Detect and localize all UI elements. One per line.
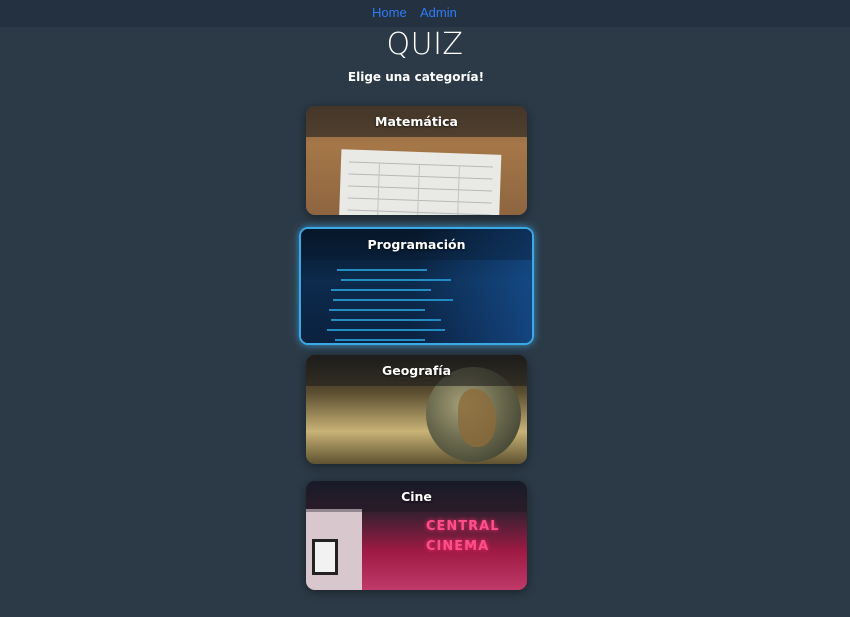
neon-sign-line: CENTRAL bbox=[426, 519, 500, 534]
category-card-cine[interactable]: CENTRAL CINEMA Cine bbox=[306, 481, 527, 590]
category-card-geografia[interactable]: Geografía bbox=[306, 355, 527, 464]
category-label: Programación bbox=[367, 237, 466, 252]
top-navbar: Home Admin bbox=[0, 0, 850, 27]
category-card-matematica[interactable]: Matemática bbox=[306, 106, 527, 215]
neon-sign-line: CINEMA bbox=[426, 539, 490, 554]
nav-admin-link[interactable]: Admin bbox=[420, 5, 457, 20]
worksheet-paper bbox=[338, 149, 502, 215]
category-label: Geografía bbox=[381, 363, 452, 378]
nav-home-link[interactable]: Home bbox=[372, 5, 407, 20]
category-label: Cine bbox=[401, 489, 432, 504]
category-label: Matemática bbox=[375, 114, 458, 129]
category-card-programacion[interactable]: Programación bbox=[299, 227, 534, 345]
poster-frame bbox=[312, 539, 338, 575]
page-title: QUIZ bbox=[386, 27, 464, 62]
page-subtitle: Elige una categoría! bbox=[347, 70, 485, 84]
